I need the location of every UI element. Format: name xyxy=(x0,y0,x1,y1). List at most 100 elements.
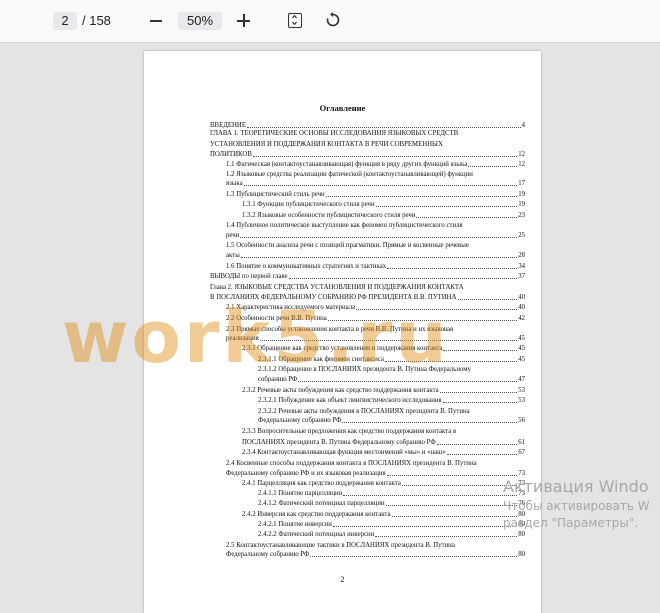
toc-entry[interactable]: реализация 45 xyxy=(226,335,525,343)
toc-leader-dots xyxy=(356,309,518,310)
toc-entry-page: 12 xyxy=(518,161,525,168)
toc-entry[interactable]: 2.3.1.1 Обращение как феномен синтаксиса… xyxy=(258,356,525,364)
toc-entry-text: собранию РФ xyxy=(258,376,298,383)
toc-entry[interactable]: 2.2 Особенности речи В.В. Путина 42 xyxy=(226,315,525,323)
toc-entry[interactable]: Федеральному собранию РФ и их языковая р… xyxy=(226,470,525,478)
toc-leader-dots xyxy=(375,206,518,207)
toc-entry[interactable]: 2.4.1.2 Фатический потенциал парцелляции… xyxy=(258,500,525,508)
toc-entry[interactable]: 2.1 Характеристика исследуемого материал… xyxy=(226,304,525,312)
toc-leader-dots xyxy=(439,392,518,393)
toc-entry-text: реализация xyxy=(226,335,259,342)
toc-entry[interactable]: В ПОСЛАНИЯХ ФЕДЕРАЛЬНОМУ СОБРАНИЮ РФ ПРЕ… xyxy=(210,294,525,302)
toc-entry[interactable]: 2.4.2.2 Фатический потенциал инверсии 80 xyxy=(258,531,525,539)
page-number-input[interactable]: 2 xyxy=(53,12,77,30)
toc-entry-text: 2.4.2.2 Фатический потенциал инверсии xyxy=(258,531,375,538)
toc-leader-dots xyxy=(386,475,518,476)
page-total-label: / 158 xyxy=(82,13,111,28)
toc-entry[interactable]: 2.3.1.2 Обращение в ПОСЛАНИЯХ президента… xyxy=(258,366,471,374)
toc-entry[interactable]: 2.3.2.1 Побуждение как объект лингвистич… xyxy=(258,397,525,405)
toc-entry-page: 28 xyxy=(518,252,525,259)
toc-leader-dots xyxy=(327,320,518,321)
zoom-level-select[interactable]: 50% xyxy=(178,12,222,30)
toc-entry[interactable]: 2.3.4 Контактоустанавливающая функция ме… xyxy=(242,449,525,457)
toc-entry[interactable]: 2.4.2.1 Понятие инверсии 80 xyxy=(258,521,525,529)
toc-entry[interactable]: 1.3.1 Функции публицистического стиля ре… xyxy=(242,201,525,209)
toc-entry[interactable]: 2.3 Прямые способы установления контакта… xyxy=(226,326,453,334)
toc-entry-page: 80 xyxy=(518,531,525,538)
toc-entry-page: 12 xyxy=(518,151,525,158)
toc-leader-dots xyxy=(457,299,518,300)
toc-leader-dots xyxy=(298,381,518,382)
toc-leader-dots xyxy=(391,516,518,517)
toc-entry[interactable]: ПОЛИТИКОВ 12 xyxy=(210,151,525,159)
toc-entry-text: ГЛАВА 1. ТЕОРЕТИЧЕСКИЕ ОСНОВЫ ИССЛЕДОВАН… xyxy=(210,130,459,137)
toc-leader-dots xyxy=(246,127,521,128)
toc-entry[interactable]: 2.4.1.1 Понятие парцелляции 73 xyxy=(258,490,525,498)
toc-entry-text: акты xyxy=(226,252,240,259)
pdf-toolbar: 2 / 158 50% xyxy=(0,0,660,43)
toc-entry-text: УСТАНОВЛЕНИЯ И ПОДДЕРЖАНИЯ КОНТАКТА В РЕ… xyxy=(210,141,443,148)
toc-entry-text: 2.3.4 Контактоустанавливающая функция ме… xyxy=(242,449,446,456)
toc-entry[interactable]: 2.3.1 Обращение как средство установлени… xyxy=(242,345,525,353)
toc-entry-page: 37 xyxy=(518,273,525,280)
toc-entry[interactable]: 1.3 Публицистический стиль речи 19 xyxy=(226,191,525,199)
toc-leader-dots xyxy=(332,526,518,527)
toc-entry[interactable]: Федеральному собранию РФ 80 xyxy=(226,551,525,559)
toc-entry[interactable]: УСТАНОВЛЕНИЯ И ПОДДЕРЖАНИЯ КОНТАКТА В РЕ… xyxy=(210,141,443,149)
toc-entry[interactable]: 2.3.2 Речевые акты побуждения как средст… xyxy=(242,387,525,395)
toc-entry[interactable]: Федеральному собранию РФ 56 xyxy=(258,417,525,425)
toc-entry[interactable]: 1.1 Фатическая (контактоустанавливающая)… xyxy=(226,161,525,169)
toc-entry[interactable]: 2.3.3 Вопросительные предложения как сре… xyxy=(242,428,456,436)
toc-entry[interactable]: 2.3.2.2 Речевые акты побуждения в ПОСЛАН… xyxy=(258,408,470,416)
toc-entry[interactable]: 1.5 Особенности анализа речи с позиций п… xyxy=(226,242,469,250)
toc-leader-dots xyxy=(325,196,518,197)
toc-entry[interactable]: Глава 2. ЯЗЫКОВЫЕ СРЕДСТВА УСТАНОВЛЕНИЯ … xyxy=(210,284,464,292)
toc-entry[interactable]: ВВЕДЕНИЕ 4 xyxy=(210,122,525,130)
toc-entry-text: 1.3.2 Языковые особенности публицистичес… xyxy=(242,212,416,219)
toc-entry-text: 1.5 Особенности анализа речи с позиций п… xyxy=(226,242,469,249)
toc-entry[interactable]: акты 28 xyxy=(226,252,525,260)
zoom-out-icon[interactable] xyxy=(148,10,164,30)
toc-entry[interactable]: языка 17 xyxy=(226,180,525,188)
toc-entry[interactable]: 2.4.2 Инверсия как средство поддержания … xyxy=(242,511,525,519)
toc-entry-text: 1.4 Публичное политическое выступление к… xyxy=(226,222,463,229)
toc-entry[interactable]: 2.4.1 Парцелляция как средство поддержан… xyxy=(242,480,525,488)
toc-entry-page: 4 xyxy=(521,122,525,129)
rotate-icon[interactable] xyxy=(325,12,341,28)
toc-entry-text: 1.3.1 Функции публицистического стиля ре… xyxy=(242,201,375,208)
toc-entry-text: 2.4.1.2 Фатический потенциал парцелляции xyxy=(258,500,385,507)
toc-entry[interactable]: ПОСЛАНИЯХ президента В. Путина Федеральн… xyxy=(242,439,525,447)
toc-entry[interactable]: речи 25 xyxy=(226,232,525,240)
toc-entry[interactable]: ГЛАВА 1. ТЕОРЕТИЧЕСКИЕ ОСНОВЫ ИССЛЕДОВАН… xyxy=(210,130,458,138)
toc-entry-page: 34 xyxy=(518,263,525,270)
toc-entry[interactable]: 1.2 Языковые средства реализации фатичес… xyxy=(226,171,473,179)
toc-entry-text: 2.3.2 Речевые акты побуждения как средст… xyxy=(242,387,439,394)
activation-title: Активация Windo xyxy=(503,477,649,496)
toc-entry[interactable]: 1.6 Понятие о коммуникативных стратегиях… xyxy=(226,263,525,271)
toc-leader-dots xyxy=(240,237,518,238)
toc-entry[interactable]: 2.4 Косвенные способы поддержания контак… xyxy=(226,460,477,468)
toc-entry-text: 1.2 Языковые средства реализации фатичес… xyxy=(226,171,473,178)
toc-entry-page: 25 xyxy=(518,232,525,239)
toc-leader-dots xyxy=(384,361,518,362)
windows-activation-notice: Активация Windo Чтобы активировать W раз… xyxy=(503,477,650,530)
toc-entry-page: 80 xyxy=(518,551,525,558)
toc-entry[interactable]: ВЫВОДЫ по первой главе 37 xyxy=(210,273,525,281)
toc-entry-text: 2.3.3 Вопросительные предложения как сре… xyxy=(242,428,457,435)
toc-entry-page: 40 xyxy=(518,304,525,311)
toc-entry-text: 2.5 Контактоустанавливающие тактики в ПО… xyxy=(226,542,455,549)
activation-line-1: Чтобы активировать W xyxy=(503,499,650,513)
toc-leader-dots xyxy=(446,454,518,455)
toc-entry-page: 19 xyxy=(518,191,525,198)
toc-entry-text: ВВЕДЕНИЕ xyxy=(210,122,246,129)
toc-entry[interactable]: 2.5 Контактоустанавливающие тактики в ПО… xyxy=(226,542,455,550)
toc-entry-page: 45 xyxy=(518,335,525,342)
fit-page-icon[interactable] xyxy=(288,13,302,28)
toc-entry[interactable]: 1.3.2 Языковые особенности публицистичес… xyxy=(242,212,525,220)
toc-entry[interactable]: собранию РФ 47 xyxy=(258,376,525,384)
toc-title: Оглавление xyxy=(319,103,366,113)
toc-entry[interactable]: 1.4 Публичное политическое выступление к… xyxy=(226,222,463,230)
zoom-in-icon[interactable] xyxy=(235,10,251,30)
toc-leader-dots xyxy=(401,485,518,486)
document-page: Оглавление ВВЕДЕНИЕ 4 ГЛАВА 1. ТЕОРЕТИЧЕСК… xyxy=(144,51,541,613)
